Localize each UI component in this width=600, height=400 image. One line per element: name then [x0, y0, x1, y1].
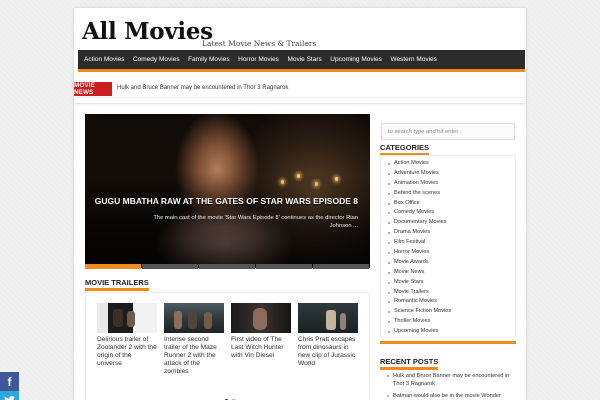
nav-item-comedy-movies[interactable]: Comedy Movies [133, 56, 180, 63]
nav-item-horror-movies[interactable]: Horror Movies [238, 56, 279, 63]
trailer-thumbnail[interactable] [164, 303, 224, 333]
category-link[interactable]: Film Festival [387, 238, 515, 248]
recent-posts-widget: RECENT POSTS Hulk and Bruce Banner may b… [380, 357, 516, 400]
facebook-share-button[interactable]: f [0, 372, 19, 391]
category-link[interactable]: Behind the scenes [387, 189, 515, 199]
trailer-card[interactable]: First video of The Last Witch Hunter wit… [231, 303, 291, 360]
category-link[interactable]: Documentary Movies [387, 218, 515, 228]
trailer-thumbnail[interactable] [231, 303, 291, 333]
category-link[interactable]: Adventure Movies [387, 169, 515, 179]
category-link[interactable]: Upcoming Movies [387, 327, 515, 337]
trailer-title[interactable]: Intense second trailer of the Maze Runne… [164, 336, 224, 376]
nav-item-movie-stars[interactable]: Movie Stars [287, 56, 321, 63]
movie-trailers-section: MOVIE TRAILERS Delirious trailer of Zool… [85, 278, 370, 400]
slider-tab[interactable] [313, 264, 369, 269]
featured-slider[interactable]: GUGU MBATHA RAW AT THE GATES OF STAR WAR… [85, 114, 370, 268]
slide-title[interactable]: GUGU MBATHA RAW AT THE GATES OF STAR WAR… [95, 196, 358, 206]
trailer-title[interactable]: Delirious trailer of Zoolander 2 with th… [97, 336, 157, 368]
categories-widget: CATEGORIES Action Movies Adventure Movie… [380, 143, 516, 343]
recent-post-link[interactable]: Hulk and Bruce Banner may be encountered… [386, 372, 514, 388]
slide-description: The main cast of the movie 'Star Wars Ep… [153, 215, 358, 229]
trailer-title[interactable]: First video of The Last Witch Hunter wit… [231, 336, 291, 360]
nav-item-family-movies[interactable]: Family Movies [188, 56, 230, 63]
trailer-title[interactable]: Chris Pratt escapes from dinosaurs in ne… [298, 336, 358, 368]
category-link[interactable]: Science Fiction Movies [387, 307, 515, 317]
category-link[interactable]: Box Office [387, 199, 515, 209]
twitter-share-button[interactable] [0, 391, 19, 400]
category-link[interactable]: Thriller Movies [387, 317, 515, 327]
category-link[interactable]: Movie Awards [387, 258, 515, 268]
category-link[interactable]: Horror Movies [387, 248, 515, 258]
divider [74, 103, 526, 106]
nav-item-action-movies[interactable]: Action Movies [84, 56, 124, 63]
category-link[interactable]: Drama Movies [387, 228, 515, 238]
trailer-thumbnail[interactable] [298, 303, 358, 333]
nav-item-western-movies[interactable]: Western Movies [390, 56, 436, 63]
slider-tab[interactable] [85, 264, 141, 269]
news-ticker-link[interactable]: Hulk and Bruce Banner may be encountered… [117, 85, 288, 91]
slider-tab[interactable] [142, 264, 198, 269]
trailer-card[interactable]: Intense second trailer of the Maze Runne… [164, 303, 224, 376]
main-nav: Action Movies Comedy Movies Family Movie… [78, 50, 525, 72]
recent-post-link[interactable]: Batman would also be in the movie Wonder… [386, 392, 514, 400]
news-ticker: MOVIE NEWS Hulk and Bruce Banner may be … [74, 80, 526, 98]
trailer-card[interactable]: Chris Pratt escapes from dinosaurs in ne… [298, 303, 358, 368]
trailers-carousel: Delirious trailer of Zoolander 2 with th… [85, 292, 370, 400]
page-container: All Movies Latest Movie News & Trailers … [74, 8, 526, 400]
category-link[interactable]: Movie Stars [387, 278, 515, 288]
facebook-icon: f [7, 374, 12, 389]
trailer-thumbnail[interactable] [97, 303, 157, 333]
category-link[interactable]: Comedy Movies [387, 208, 515, 218]
section-heading: MOVIE TRAILERS [85, 278, 149, 291]
slider-tab[interactable] [199, 264, 255, 269]
site-logo[interactable]: All Movies [82, 18, 213, 45]
recent-posts-list: Hulk and Bruce Banner may be encountered… [380, 369, 516, 400]
category-link[interactable]: Animation Movies [387, 179, 515, 189]
news-ticker-label: MOVIE NEWS [74, 82, 112, 96]
category-link[interactable]: Action Movies [387, 159, 515, 169]
category-link[interactable]: Movie Trailers [387, 288, 515, 298]
site-header: All Movies Latest Movie News & Trailers [82, 18, 518, 48]
search-input[interactable]: to search type and hit enter [381, 123, 515, 140]
widget-divider [380, 341, 516, 344]
category-link[interactable]: Movie News [387, 268, 515, 278]
twitter-icon [4, 396, 15, 400]
nav-item-upcoming-movies[interactable]: Upcoming Movies [330, 56, 382, 63]
slider-tab[interactable] [256, 264, 312, 269]
slider-pagination [85, 264, 370, 269]
category-link[interactable]: Romantic Movies [387, 297, 515, 307]
site-tagline: Latest Movie News & Trailers [202, 39, 317, 48]
category-list: Action Movies Adventure Movies Animation… [380, 155, 516, 339]
trailer-card[interactable]: Delirious trailer of Zoolander 2 with th… [97, 303, 157, 368]
